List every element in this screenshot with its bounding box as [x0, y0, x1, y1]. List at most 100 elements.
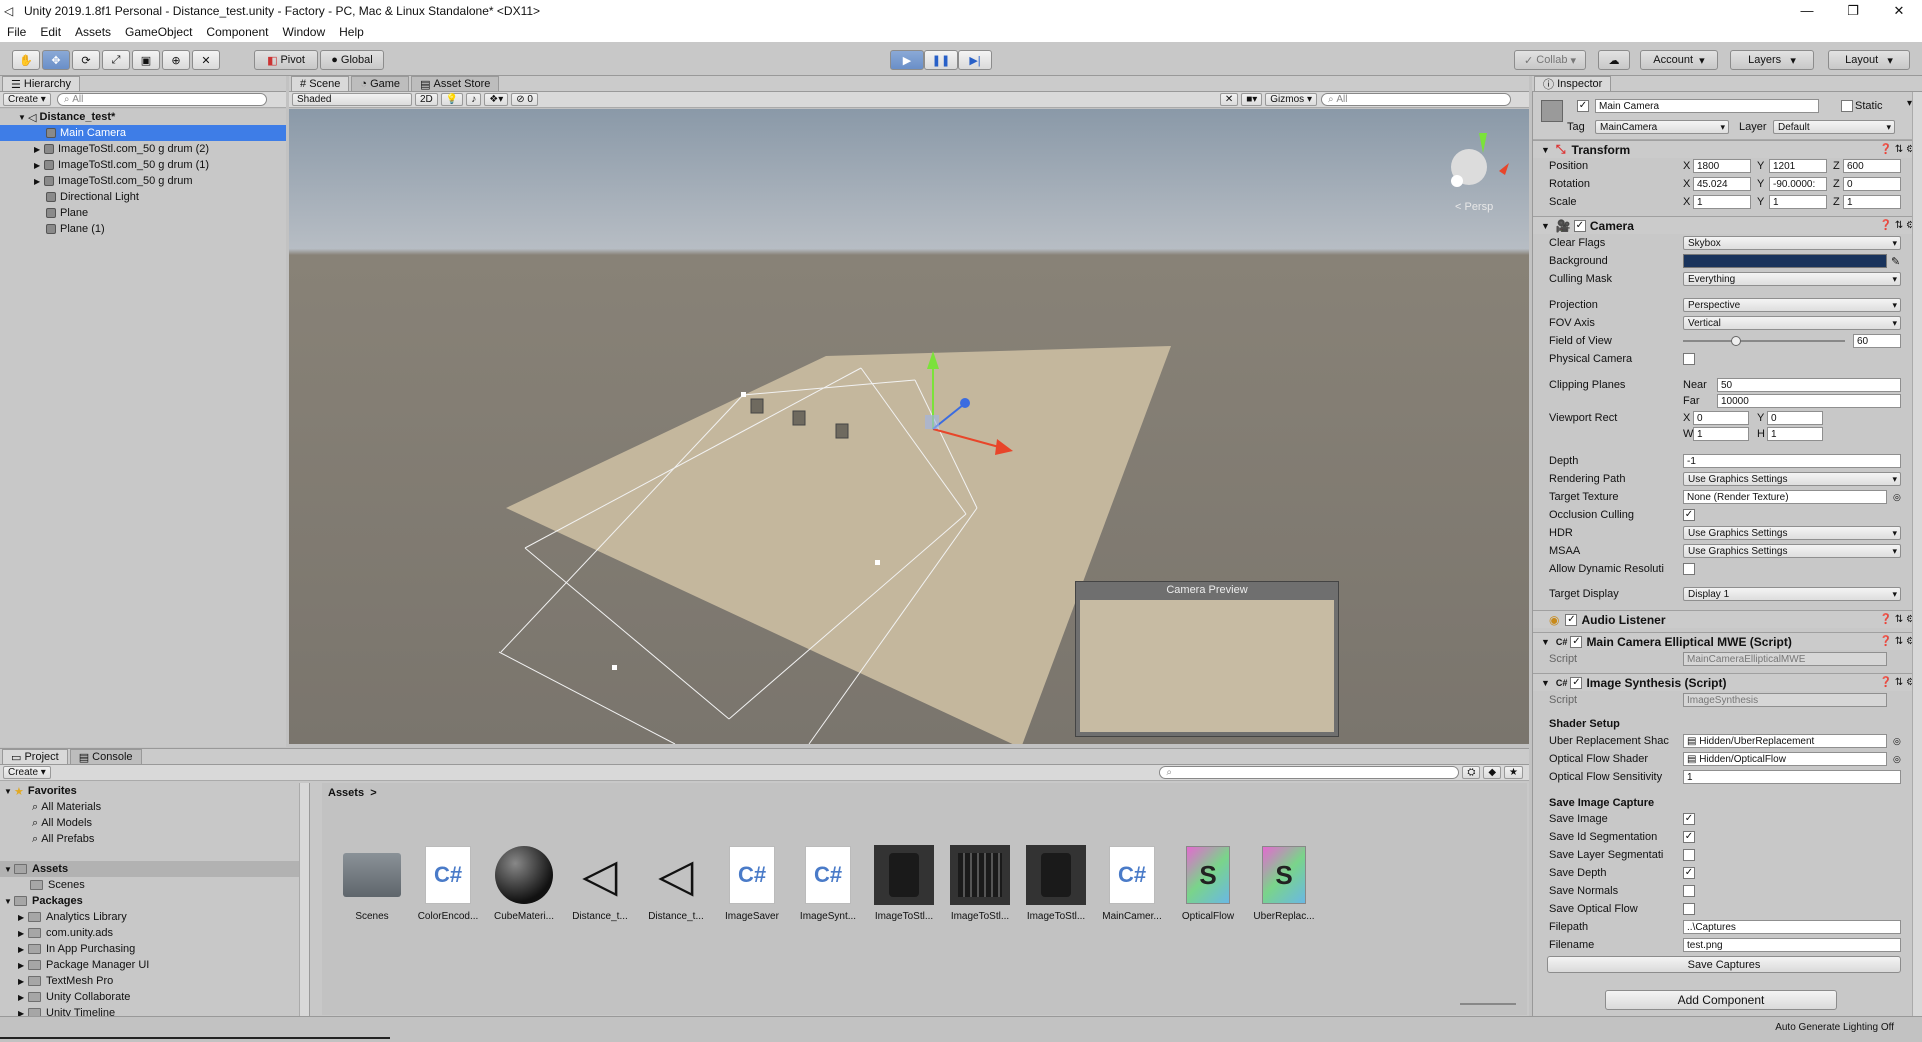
- sensitivity-field[interactable]: 1: [1683, 770, 1901, 784]
- filename-field[interactable]: test.png: [1683, 938, 1901, 952]
- package-item[interactable]: ▶ Analytics Library: [0, 909, 309, 925]
- object-picker-icon[interactable]: ◎: [1893, 736, 1901, 747]
- tab-asset-store[interactable]: ▤ Asset Store: [411, 76, 500, 91]
- menu-file[interactable]: File: [0, 25, 33, 39]
- scale-x-field[interactable]: 1: [1693, 195, 1751, 209]
- hierarchy-item[interactable]: ▶ ImageToStl.com_50 g drum: [0, 173, 286, 189]
- shading-dropdown[interactable]: Shaded: [292, 93, 412, 106]
- scale-y-field[interactable]: 1: [1769, 195, 1827, 209]
- rendering-path-dropdown[interactable]: Use Graphics Settings: [1683, 472, 1901, 486]
- projection-dropdown[interactable]: Perspective: [1683, 298, 1901, 312]
- culling-mask-dropdown[interactable]: Everything: [1683, 272, 1901, 286]
- static-checkbox[interactable]: [1841, 100, 1853, 112]
- scale-z-field[interactable]: 1: [1843, 195, 1901, 209]
- layer-dropdown[interactable]: Default: [1773, 120, 1895, 134]
- close-icon[interactable]: ✕: [1876, 0, 1922, 22]
- viewport-h-field[interactable]: 1: [1767, 427, 1823, 441]
- favorites-node[interactable]: ▼ ★ Favorites: [0, 783, 309, 799]
- occlusion-culling-checkbox[interactable]: ✓: [1683, 509, 1695, 521]
- fov-axis-dropdown[interactable]: Vertical: [1683, 316, 1901, 330]
- menu-window[interactable]: Window: [275, 25, 332, 39]
- package-item[interactable]: ▶ TextMesh Pro: [0, 973, 309, 989]
- near-clip-field[interactable]: 50: [1717, 378, 1901, 392]
- eyedropper-icon[interactable]: ✎: [1891, 255, 1900, 268]
- tree-scrollbar[interactable]: [299, 783, 309, 1017]
- favorite-star-icon[interactable]: ★: [1504, 766, 1523, 779]
- position-y-field[interactable]: 1201: [1769, 159, 1827, 173]
- asset-item[interactable]: C# ColorEncod...: [412, 845, 484, 922]
- step-button[interactable]: ▶|: [958, 50, 992, 70]
- object-name-field[interactable]: Main Camera: [1595, 99, 1819, 113]
- asset-item[interactable]: ImageToStl...: [1020, 845, 1092, 922]
- thumbnail-size-slider[interactable]: [1460, 1003, 1516, 1005]
- tab-scene[interactable]: # Scene: [291, 76, 350, 91]
- hand-tool-icon[interactable]: ✋: [12, 50, 40, 70]
- active-checkbox[interactable]: ✓: [1577, 100, 1589, 112]
- package-item[interactable]: ▶ Unity Collaborate: [0, 989, 309, 1005]
- favorite-item[interactable]: ⌕ All Prefabs: [0, 831, 309, 847]
- viewport-y-field[interactable]: 0: [1767, 411, 1823, 425]
- component-menu-icon[interactable]: ❓ ⇅ ⚙: [1880, 677, 1915, 688]
- scene-viewport[interactable]: < Persp Camera Preview: [289, 109, 1529, 744]
- save-image-checkbox[interactable]: ✓: [1683, 813, 1695, 825]
- package-item[interactable]: ▶ Package Manager UI: [0, 957, 309, 973]
- global-button[interactable]: ● Global: [320, 50, 384, 70]
- menu-edit[interactable]: Edit: [33, 25, 68, 39]
- component-menu-icon[interactable]: ❓ ⇅ ⚙: [1880, 614, 1915, 625]
- hierarchy-search-input[interactable]: ⌕ All: [56, 93, 267, 106]
- target-texture-field[interactable]: None (Render Texture): [1683, 490, 1887, 504]
- audio-icon[interactable]: ♪: [466, 93, 482, 106]
- filepath-field[interactable]: ..\Captures: [1683, 920, 1901, 934]
- position-x-field[interactable]: 1800: [1693, 159, 1751, 173]
- uber-shader-field[interactable]: ▤ Hidden/UberReplacement: [1683, 734, 1887, 748]
- save-id-checkbox[interactable]: ✓: [1683, 831, 1695, 843]
- add-component-button[interactable]: Add Component: [1605, 990, 1837, 1010]
- physical-camera-checkbox[interactable]: [1683, 353, 1695, 365]
- save-captures-button[interactable]: Save Captures: [1547, 956, 1901, 973]
- inspector-scrollbar[interactable]: [1912, 92, 1922, 1016]
- camera-settings-icon[interactable]: ■▾: [1241, 93, 1263, 106]
- assets-node[interactable]: ▼ Assets: [0, 861, 309, 877]
- project-create-button[interactable]: Create ▾: [3, 766, 51, 779]
- component-menu-icon[interactable]: ❓ ⇅ ⚙: [1880, 636, 1915, 647]
- save-depth-checkbox[interactable]: ✓: [1683, 867, 1695, 879]
- viewport-x-field[interactable]: 0: [1693, 411, 1749, 425]
- scene-search-input[interactable]: ⌕ All: [1321, 93, 1511, 106]
- dynamic-resolution-checkbox[interactable]: [1683, 563, 1695, 575]
- save-normals-checkbox[interactable]: [1683, 885, 1695, 897]
- tab-console[interactable]: ▤ Console: [69, 749, 142, 764]
- asset-item[interactable]: Scenes: [336, 845, 408, 922]
- hierarchy-item[interactable]: Main Camera: [0, 125, 286, 141]
- pivot-button[interactable]: ◧ Pivot: [254, 50, 318, 70]
- far-clip-field[interactable]: 10000: [1717, 394, 1901, 408]
- package-item[interactable]: ▶ In App Purchasing: [0, 941, 309, 957]
- asset-item[interactable]: C# MainCamer...: [1096, 845, 1168, 922]
- camera-header[interactable]: ▼ 🎥 ✓ Camera ❓ ⇅ ⚙: [1533, 216, 1922, 234]
- layout-dropdown[interactable]: Layout ▾: [1828, 50, 1910, 70]
- rotate-tool-icon[interactable]: ⟳: [72, 50, 100, 70]
- hierarchy-item[interactable]: Plane: [0, 205, 286, 221]
- play-button[interactable]: ▶: [890, 50, 924, 70]
- filter-label-icon[interactable]: ◆: [1483, 766, 1502, 779]
- position-z-field[interactable]: 600: [1843, 159, 1901, 173]
- viewport-w-field[interactable]: 1: [1693, 427, 1749, 441]
- move-tool-icon[interactable]: ✥: [42, 50, 70, 70]
- favorite-item[interactable]: ⌕ All Models: [0, 815, 309, 831]
- package-item[interactable]: ▶ com.unity.ads: [0, 925, 309, 941]
- account-dropdown[interactable]: Account ▾: [1640, 50, 1718, 70]
- image-synthesis-header[interactable]: ▼ C# ✓ Image Synthesis (Script) ❓ ⇅ ⚙: [1533, 673, 1922, 691]
- optical-flow-shader-field[interactable]: ▤ Hidden/OpticalFlow: [1683, 752, 1887, 766]
- tab-game[interactable]: ◔ Game: [351, 76, 410, 91]
- save-optical-checkbox[interactable]: [1683, 903, 1695, 915]
- fov-slider[interactable]: [1683, 340, 1845, 342]
- asset-item[interactable]: ◁ Distance_t...: [640, 845, 712, 922]
- hierarchy-item[interactable]: Directional Light: [0, 189, 286, 205]
- effects-icon[interactable]: ❖▾: [484, 93, 509, 106]
- object-picker-icon[interactable]: ◎: [1893, 492, 1901, 503]
- transform-tool-icon[interactable]: ⊕: [162, 50, 190, 70]
- cloud-button[interactable]: ☁: [1598, 50, 1630, 70]
- rotation-z-field[interactable]: 0: [1843, 177, 1901, 191]
- hdr-dropdown[interactable]: Use Graphics Settings: [1683, 526, 1901, 540]
- menu-help[interactable]: Help: [332, 25, 371, 39]
- hierarchy-create-button[interactable]: Create ▾: [3, 93, 51, 106]
